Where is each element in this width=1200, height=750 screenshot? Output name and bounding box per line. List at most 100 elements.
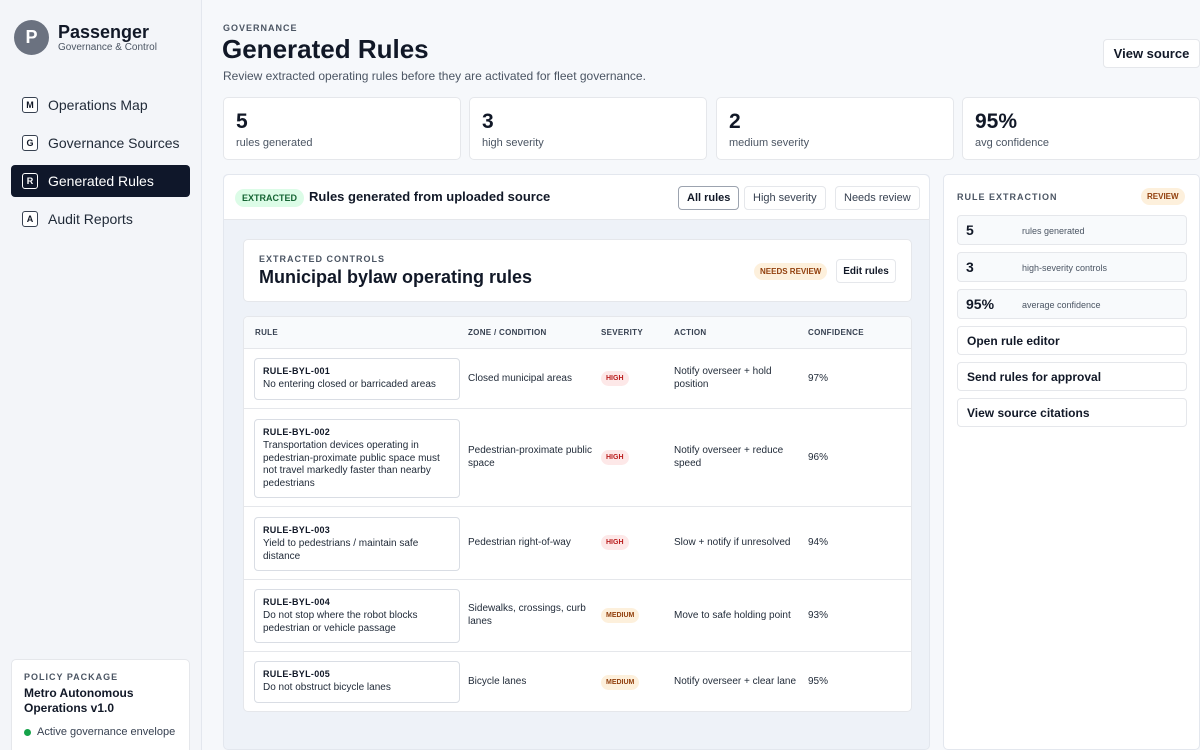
severity-badge: HIGH — [601, 450, 629, 465]
rule-zone: Sidewalks, crossings, curb lanes — [468, 603, 586, 627]
rule-confidence: 97% — [808, 373, 829, 384]
severity-badge: MEDIUM — [601, 608, 640, 623]
rule-card[interactable]: RULE-BYL-001 No entering closed or barri… — [254, 358, 460, 400]
generated-rules-icon: R — [22, 173, 38, 189]
column-header-severity: SEVERITY — [601, 328, 643, 337]
rule-action: Notify overseer + hold position — [674, 366, 772, 390]
sidebar: P Passenger Governance & Control M Opera… — [0, 0, 202, 750]
brand-subtitle: Governance & Control — [58, 41, 157, 53]
rule-action: Notify overseer + reduce speed — [674, 445, 784, 469]
rules-panel: EXTRACTED Rules generated from uploaded … — [223, 174, 930, 750]
page-title: Generated Rules — [222, 34, 429, 64]
brand-avatar: P — [14, 20, 49, 55]
rule-confidence: 94% — [808, 537, 829, 548]
rule-action: Slow + notify if unresolved — [674, 537, 791, 548]
rule-text: Do not obstruct bicycle lanes — [263, 682, 391, 693]
filter-all-rules[interactable]: All rules — [678, 186, 740, 210]
open-rule-editor-button[interactable]: Open rule editor — [957, 326, 1187, 355]
rule-card[interactable]: RULE-BYL-003 Yield to pedestrians / main… — [254, 517, 460, 571]
sidebar-item-governance-sources[interactable]: G Governance Sources — [11, 127, 190, 159]
rules-table: RULE ZONE / CONDITION SEVERITY ACTION CO… — [243, 316, 912, 712]
sidebar-item-label: Operations Map — [48, 97, 148, 113]
rule-text: Transportation devices operating in pede… — [263, 440, 440, 489]
extraction-stat-label: rules generated — [1022, 226, 1085, 236]
table-row[interactable]: RULE-BYL-003 Yield to pedestrians / main… — [244, 507, 911, 580]
rule-card[interactable]: RULE-BYL-005 Do not obstruct bicycle lan… — [254, 661, 460, 703]
review-badge: REVIEW — [1141, 188, 1185, 205]
rule-text: No entering closed or barricaded areas — [263, 379, 436, 390]
rule-card[interactable]: RULE-BYL-004 Do not stop where the robot… — [254, 589, 460, 643]
rule-text: Yield to pedestrians / maintain safe dis… — [263, 538, 419, 562]
status-dot-icon — [24, 728, 31, 736]
severity-badge: MEDIUM — [601, 675, 640, 690]
extraction-stat-rules-generated: 5 rules generated — [957, 215, 1187, 245]
audit-reports-icon: A — [22, 211, 38, 227]
column-header-action: ACTION — [674, 328, 707, 337]
table-row[interactable]: RULE-BYL-002 Transportation devices oper… — [244, 409, 911, 507]
extraction-stat-high-severity: 3 high-severity controls — [957, 252, 1187, 282]
rules-panel-header: EXTRACTED Rules generated from uploaded … — [224, 175, 929, 220]
controls-title: Municipal bylaw operating rules — [259, 267, 533, 287]
extraction-stat-confidence: 95% average confidence — [957, 289, 1187, 319]
sidebar-item-operations-map[interactable]: M Operations Map — [11, 89, 190, 121]
table-row[interactable]: RULE-BYL-004 Do not stop where the robot… — [244, 580, 911, 652]
rule-zone: Closed municipal areas — [468, 373, 572, 384]
filter-high-severity[interactable]: High severity — [744, 186, 826, 210]
send-rules-for-approval-button[interactable]: Send rules for approval — [957, 362, 1187, 391]
severity-badge: HIGH — [601, 535, 629, 550]
rule-action: Move to safe holding point — [674, 610, 791, 621]
sidebar-item-label: Governance Sources — [48, 135, 180, 151]
severity-badge: HIGH — [601, 371, 629, 386]
rule-confidence: 93% — [808, 610, 829, 621]
governance-sources-icon: G — [22, 135, 38, 151]
policy-status: Active governance envelope — [24, 726, 177, 738]
policy-name: Metro Autonomous Operations v1.0 — [24, 686, 134, 715]
extraction-stat-value: 3 — [966, 259, 974, 275]
table-row[interactable]: RULE-BYL-001 No entering closed or barri… — [244, 349, 911, 409]
brand: P Passenger Governance & Control — [14, 20, 157, 55]
rule-zone: Pedestrian right-of-way — [468, 537, 571, 548]
rules-panel-title: Rules generated from uploaded source — [309, 189, 551, 204]
stat-card-high-severity: 3 high severity — [469, 97, 707, 160]
page-subtitle: Review extracted operating rules before … — [223, 69, 646, 83]
stat-card-avg-confidence: 95% avg confidence — [962, 97, 1200, 160]
rule-id: RULE-BYL-001 — [263, 366, 331, 376]
sidebar-item-label: Generated Rules — [48, 173, 154, 189]
brand-name: Passenger — [58, 21, 150, 42]
view-source-button[interactable]: View source — [1103, 39, 1200, 68]
rule-id: RULE-BYL-002 — [263, 427, 331, 437]
table-row[interactable]: RULE-BYL-005 Do not obstruct bicycle lan… — [244, 652, 911, 711]
extraction-stat-label: average confidence — [1022, 300, 1101, 310]
extraction-stat-label: high-severity controls — [1022, 263, 1108, 273]
policy-status-label: Active governance envelope — [37, 726, 176, 738]
extraction-stat-value: 5 — [966, 222, 974, 238]
stat-label: high severity — [482, 137, 544, 149]
rule-confidence: 95% — [808, 676, 829, 687]
rule-action: Notify overseer + clear lane — [674, 676, 797, 687]
rule-confidence: 96% — [808, 452, 829, 463]
rule-extraction-panel: RULE EXTRACTION REVIEW 5 rules generated… — [943, 174, 1200, 750]
rule-zone: Pedestrian-proximate public space — [468, 445, 592, 469]
sidebar-item-generated-rules[interactable]: R Generated Rules — [11, 165, 190, 197]
stat-value: 5 — [236, 110, 248, 133]
policy-eyebrow: POLICY PACKAGE — [24, 672, 119, 682]
sidebar-nav: M Operations Map G Governance Sources R … — [11, 89, 190, 241]
view-source-citations-button[interactable]: View source citations — [957, 398, 1187, 427]
edit-rules-button[interactable]: Edit rules — [836, 259, 896, 283]
stat-label: rules generated — [236, 137, 313, 149]
column-header-confidence: CONFIDENCE — [808, 328, 864, 337]
sidebar-item-audit-reports[interactable]: A Audit Reports — [11, 203, 190, 235]
policy-package-card: POLICY PACKAGE Metro Autonomous Operatio… — [11, 659, 190, 750]
column-header-rule: RULE — [255, 328, 278, 337]
rule-zone: Bicycle lanes — [468, 676, 527, 687]
stat-value: 2 — [729, 110, 741, 133]
rule-card[interactable]: RULE-BYL-002 Transportation devices oper… — [254, 419, 460, 498]
extracted-badge: EXTRACTED — [235, 189, 305, 207]
stat-label: avg confidence — [975, 137, 1049, 149]
table-header: RULE ZONE / CONDITION SEVERITY ACTION CO… — [244, 317, 911, 349]
sidebar-item-label: Audit Reports — [48, 211, 133, 227]
controls-eyebrow: EXTRACTED CONTROLS — [259, 254, 385, 264]
filter-needs-review[interactable]: Needs review — [835, 186, 920, 210]
stat-card-medium-severity: 2 medium severity — [716, 97, 954, 160]
extraction-stat-value: 95% — [966, 296, 995, 312]
